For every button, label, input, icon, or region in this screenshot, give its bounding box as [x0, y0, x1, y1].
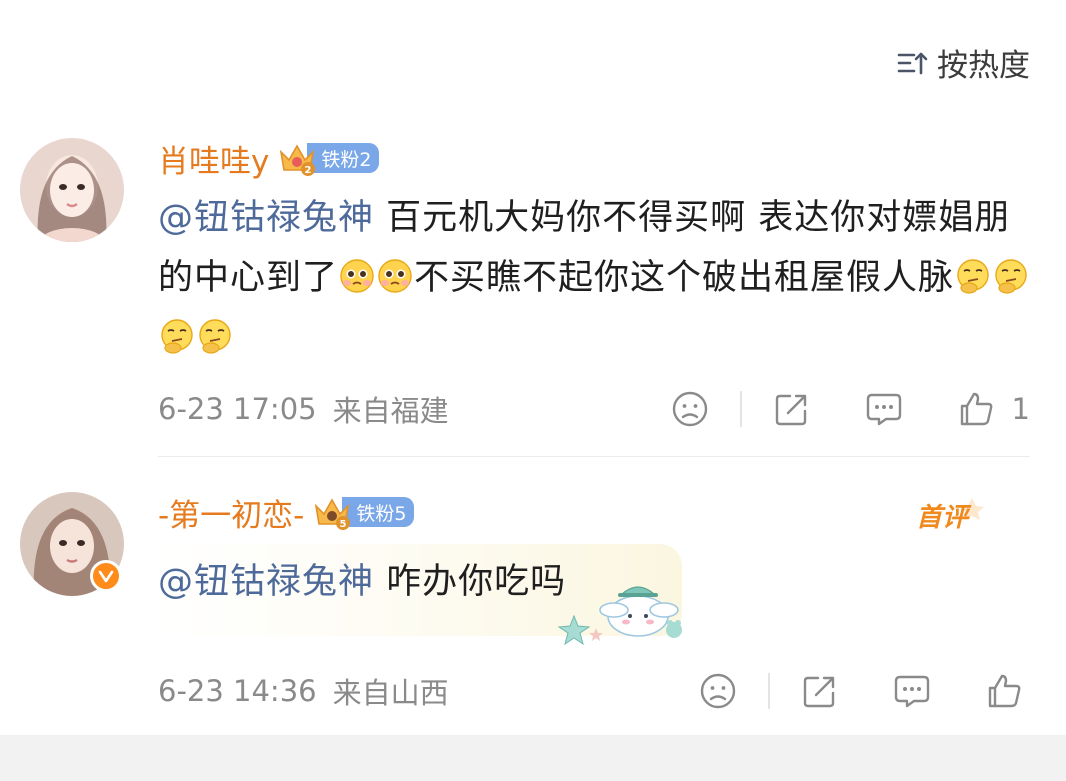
username[interactable]: -第一初恋- — [158, 490, 304, 535]
reply-icon — [866, 393, 901, 426]
verified-badge-icon — [90, 560, 122, 592]
sort-label: 按热度 — [937, 48, 1030, 84]
comment-text-part: 咋办你吃吗 — [374, 562, 567, 602]
thinking-face-emoji — [954, 254, 992, 294]
username[interactable]: 肖哇哇y — [158, 136, 269, 181]
dislike-button[interactable] — [670, 389, 710, 429]
dislike-icon — [672, 391, 707, 427]
fan-level-label: 铁粉5 — [342, 497, 415, 527]
share-button[interactable] — [772, 389, 812, 429]
pleading-face-emoji — [376, 254, 414, 293]
comment-time: 6-23 14:36 — [158, 674, 317, 708]
like-icon — [988, 674, 1021, 708]
fan-badge[interactable]: 5 铁粉5 — [312, 492, 415, 532]
like-count: 1 — [1011, 392, 1030, 426]
avatar[interactable] — [20, 138, 124, 242]
like-button[interactable]: 1 — [956, 389, 1030, 429]
comment-divider — [158, 456, 1030, 457]
dislike-icon — [700, 673, 736, 709]
like-button[interactable] — [984, 671, 1024, 711]
comment-bubble: @钮钴禄兔神 咋办你吃吗 — [158, 544, 683, 646]
action-separator — [768, 673, 770, 709]
reply-button[interactable] — [864, 389, 904, 429]
svg-text:5: 5 — [340, 519, 347, 530]
pleading-face-emoji — [338, 254, 376, 293]
share-icon — [803, 676, 835, 708]
first-comment-tag: 首评 — [916, 498, 984, 533]
mention-link[interactable]: @钮钴禄兔神 — [158, 198, 374, 238]
mention-link[interactable]: @钮钴禄兔神 — [158, 562, 374, 602]
crown-icon: 5 — [315, 498, 351, 530]
thinking-face-emoji — [158, 314, 196, 354]
like-icon — [960, 392, 992, 426]
thinking-face-emoji — [992, 254, 1030, 294]
bottom-bar — [0, 735, 1066, 781]
action-separator — [739, 391, 742, 427]
comment-meta: 6-23 17:05 来自福建 1 — [158, 388, 1030, 430]
comment-meta: 6-23 14:36 来自山西 — [158, 670, 1030, 712]
sort-by-hot-button[interactable]: 按热度 — [895, 40, 1030, 85]
comment-text: @钮钴禄兔神 百元机大妈你不得买啊 表达你对嫖娼朋的中心到了 不买瞧不起你这个破出… — [158, 188, 1038, 368]
reply-icon — [894, 675, 930, 708]
crown-icon: 2 — [280, 144, 316, 176]
fan-badge[interactable]: 2 铁粉2 — [277, 138, 380, 178]
comment-text-part: 不买瞧不起你这个破出租屋假人脉 — [414, 258, 955, 298]
thinking-face-emoji — [196, 314, 234, 354]
sort-icon — [897, 52, 928, 74]
fan-level-label: 铁粉2 — [307, 143, 380, 173]
comment-time: 6-23 17:05 — [158, 392, 317, 426]
comment-location: 来自福建 — [332, 394, 449, 428]
share-button[interactable] — [800, 671, 840, 711]
first-comment-tag-label: 首评 — [916, 503, 972, 533]
svg-text:2: 2 — [305, 165, 312, 176]
share-icon — [775, 394, 806, 426]
cinnamoroll-sticker-icon — [557, 586, 683, 646]
comment-location: 来自山西 — [332, 676, 449, 710]
dislike-button[interactable] — [698, 671, 738, 711]
reply-button[interactable] — [892, 671, 932, 711]
